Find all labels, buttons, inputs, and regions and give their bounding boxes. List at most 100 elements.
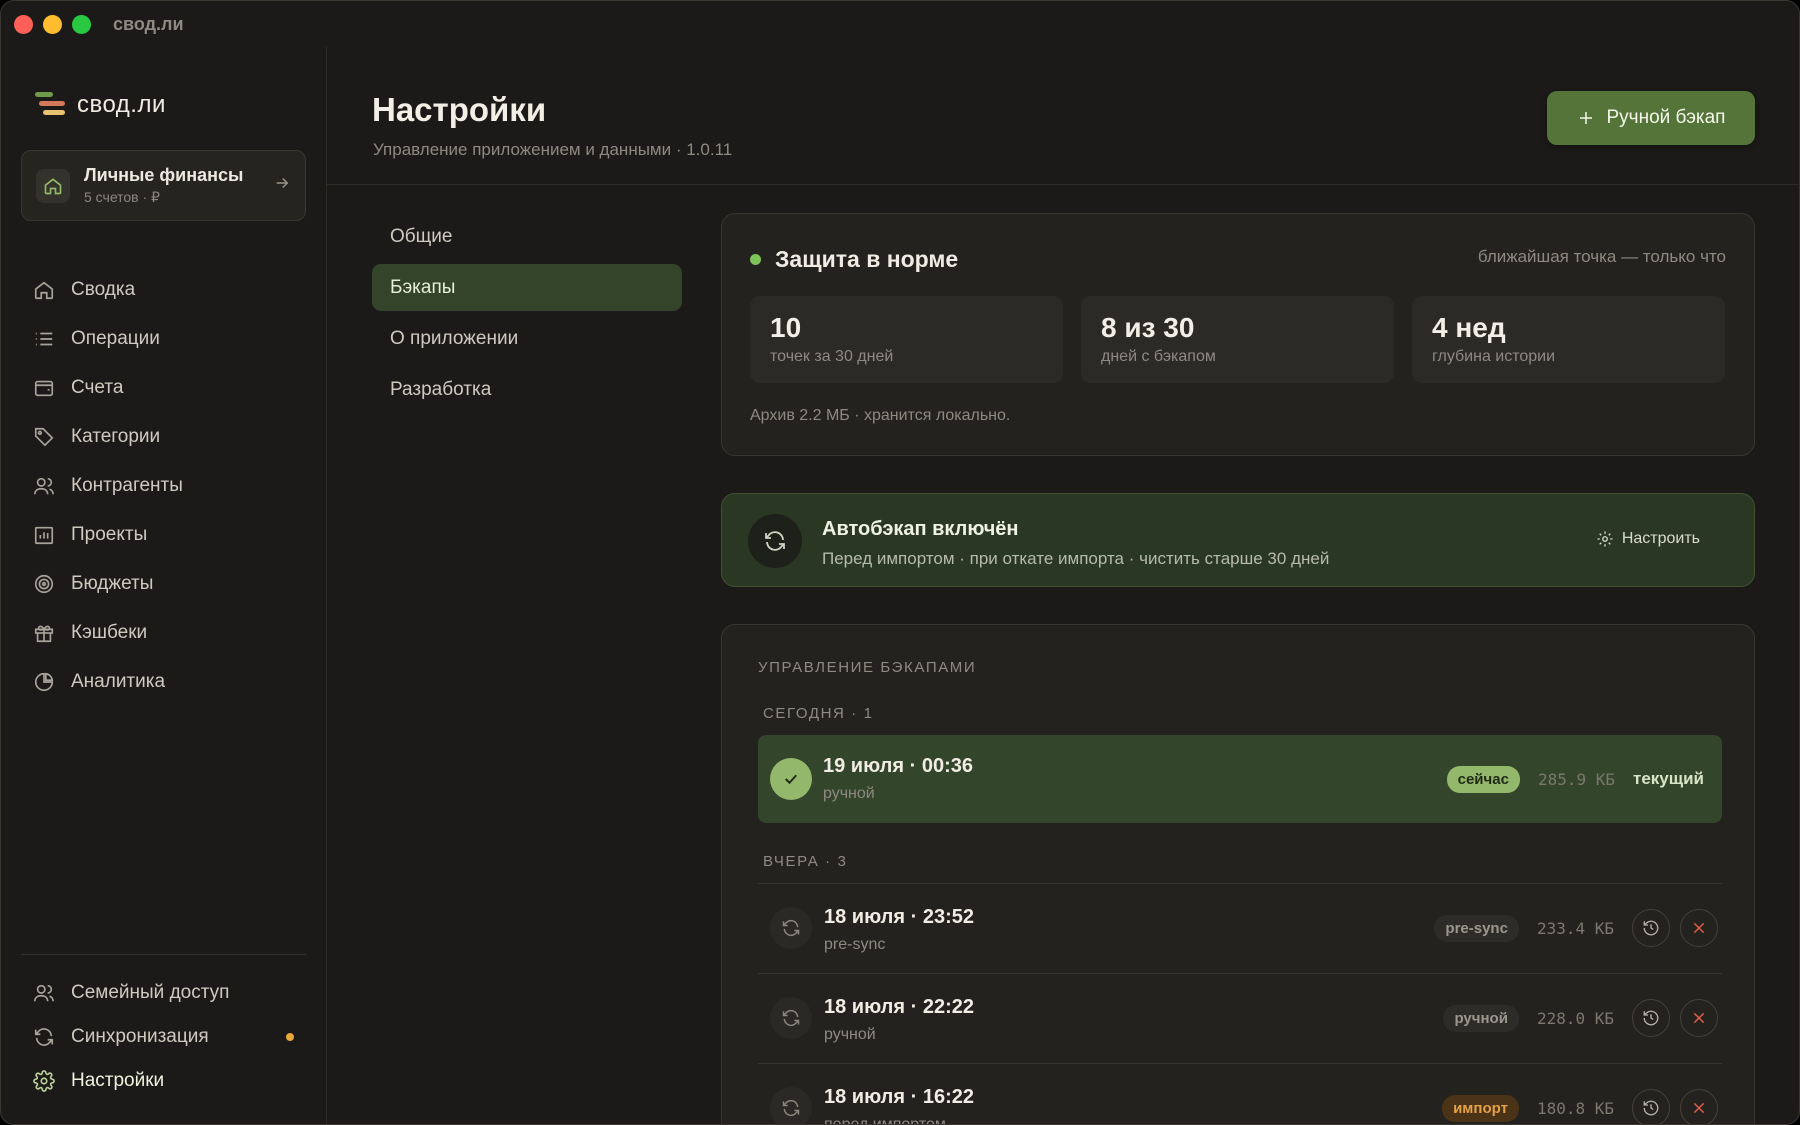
stat-value: 10 — [770, 312, 802, 343]
configure-label: Настроить — [1621, 530, 1700, 547]
brand[interactable]: свод.ли — [35, 91, 166, 119]
protection-stats: 10 точек за 30 дней 8 из 30 дней с бэкап… — [750, 296, 1725, 383]
history-icon — [1643, 1100, 1659, 1116]
sync-icon — [770, 907, 812, 949]
list-icon — [35, 332, 53, 345]
autobackup-title: Автобэкап включён — [822, 518, 1019, 540]
wallet-icon — [34, 380, 54, 396]
close-window-button[interactable] — [14, 14, 33, 34]
restore-button[interactable] — [1632, 1089, 1670, 1124]
sidebar-item-cashbacks[interactable]: Кэшбеки — [21, 608, 306, 657]
backup-size: 285.9 КБ — [1537, 769, 1615, 789]
tab-backups[interactable]: Бэкапы — [372, 264, 682, 311]
sidebar-item-categories[interactable]: Категории — [21, 412, 306, 461]
sidebar-item-settings[interactable]: Настройки — [21, 1059, 306, 1103]
workspace-switcher[interactable]: Личные финансы 5 счетов · ₽ — [21, 150, 306, 221]
stat-days: 8 из 30 дней с бэкапом — [1081, 296, 1394, 383]
group-caption-yesterday: ВЧЕРА · 3 — [763, 853, 848, 870]
backup-row[interactable]: 18 июля · 16:22 перед импортом импорт 18… — [758, 1063, 1722, 1125]
sidebar-divider — [21, 954, 306, 955]
bottom-nav: Семейный доступ Синхронизация Настройки — [21, 971, 306, 1103]
delete-button[interactable] — [1680, 999, 1718, 1037]
sidebar-item-family[interactable]: Семейный доступ — [21, 971, 306, 1015]
page-header: Настройки Управление приложением и данны… — [327, 47, 1799, 185]
sidebar-item-label: Категории — [71, 425, 161, 447]
sidebar-item-label: Настройки — [71, 1070, 165, 1091]
minimize-window-button[interactable] — [43, 14, 62, 34]
gear-icon — [33, 1070, 55, 1092]
tab-general[interactable]: Общие — [372, 213, 682, 260]
manual-backup-label: Ручной бэкап — [1606, 107, 1726, 128]
sync-icon — [770, 1087, 812, 1124]
sidebar: свод.ли Личные финансы 5 счетов · ₽ Свод… — [1, 47, 327, 1124]
archive-info: Архив 2.2 МБ · хранится локально. — [750, 407, 1011, 424]
tag-icon — [34, 427, 54, 446]
backup-manager-card: УПРАВЛЕНИЕ БЭКАПАМИ СЕГОДНЯ · 1 19 июля … — [721, 624, 1755, 1125]
users-icon — [34, 477, 54, 494]
zoom-window-button[interactable] — [72, 14, 91, 34]
close-icon — [1693, 1012, 1705, 1024]
workspace-sub: 5 счетов · ₽ — [84, 189, 160, 205]
backup-row[interactable]: 18 июля · 23:52 pre-sync pre-sync 233.4 … — [758, 883, 1722, 971]
backup-type: ручной — [824, 1026, 876, 1043]
delete-button[interactable] — [1680, 909, 1718, 947]
window-controls — [14, 14, 91, 34]
backup-title: 19 июля · 00:36 — [823, 755, 973, 777]
sidebar-item-label: Аналитика — [71, 670, 166, 692]
nearest-point: ближайшая точка — только что — [1477, 247, 1726, 266]
stat-label: дней с бэкапом — [1101, 348, 1216, 365]
sidebar-item-counterparties[interactable]: Контрагенты — [21, 461, 306, 510]
sidebar-item-summary[interactable]: Сводка — [21, 265, 306, 314]
delete-button[interactable] — [1680, 1089, 1718, 1124]
history-icon — [1643, 1010, 1659, 1026]
home-icon — [36, 168, 70, 203]
type-badge: ручной — [1443, 1004, 1519, 1032]
pie-icon — [34, 672, 54, 691]
page-title: Настройки — [372, 91, 547, 128]
sidebar-item-operations[interactable]: Операции — [21, 314, 306, 363]
configure-button[interactable]: Настроить — [1596, 530, 1700, 548]
close-icon — [1693, 922, 1705, 934]
close-icon — [1693, 1102, 1705, 1114]
sidebar-item-accounts[interactable]: Счета — [21, 363, 306, 412]
restore-button[interactable] — [1632, 909, 1670, 947]
sync-icon — [748, 514, 802, 568]
sidebar-item-sync[interactable]: Синхронизация — [21, 1015, 306, 1059]
manual-backup-button[interactable]: Ручной бэкап — [1547, 91, 1755, 145]
backup-row-current[interactable]: 19 июля · 00:36 ручной сейчас 285.9 КБ т… — [758, 735, 1722, 823]
page-subtitle: Управление приложением и данными · 1.0.1… — [373, 140, 733, 159]
backup-row[interactable]: 18 июля · 22:22 ручной ручной 228.0 КБ — [758, 973, 1722, 1061]
type-badge: pre-sync — [1434, 914, 1519, 942]
backup-size: 233.4 КБ — [1536, 918, 1614, 938]
sidebar-item-budgets[interactable]: Бюджеты — [21, 559, 306, 608]
backup-type: ручной — [823, 785, 875, 802]
sidebar-item-label: Семейный доступ — [71, 982, 230, 1003]
protection-status: Защита в норме — [775, 246, 959, 272]
backup-title: 18 июля · 22:22 — [824, 996, 974, 1018]
target-icon — [34, 574, 54, 593]
users-icon — [34, 984, 54, 1002]
backup-type: pre-sync — [824, 936, 886, 953]
autobackup-card: Автобэкап включён Перед импортом · при о… — [721, 493, 1755, 587]
titlebar: свод.ли — [1, 1, 1799, 47]
restore-button[interactable] — [1632, 999, 1670, 1037]
sidebar-item-label: Контрагенты — [71, 474, 183, 496]
backup-title: 18 июля · 23:52 — [824, 906, 974, 928]
sidebar-item-label: Бюджеты — [71, 572, 154, 594]
gear-icon — [1597, 531, 1613, 547]
sidebar-item-analytics[interactable]: Аналитика — [21, 657, 306, 706]
status-dot — [750, 254, 761, 265]
backup-type: перед импортом — [824, 1116, 946, 1125]
stat-depth: 4 нед глубина истории — [1412, 296, 1725, 383]
stat-points: 10 точек за 30 дней — [750, 296, 1063, 383]
sidebar-item-projects[interactable]: Проекты — [21, 510, 306, 559]
section-title: УПРАВЛЕНИЕ БЭКАПАМИ — [758, 659, 977, 676]
tab-development[interactable]: Разработка — [372, 366, 682, 413]
current-label: текущий — [1633, 769, 1704, 788]
group-caption-today: СЕГОДНЯ · 1 — [763, 705, 874, 722]
backup-size: 228.0 КБ — [1536, 1008, 1614, 1028]
tab-about[interactable]: О приложении — [372, 315, 682, 362]
backup-size: 180.8 КБ — [1536, 1098, 1614, 1118]
stat-value: 8 из 30 — [1101, 312, 1195, 343]
sidebar-item-label: Счета — [71, 376, 124, 398]
